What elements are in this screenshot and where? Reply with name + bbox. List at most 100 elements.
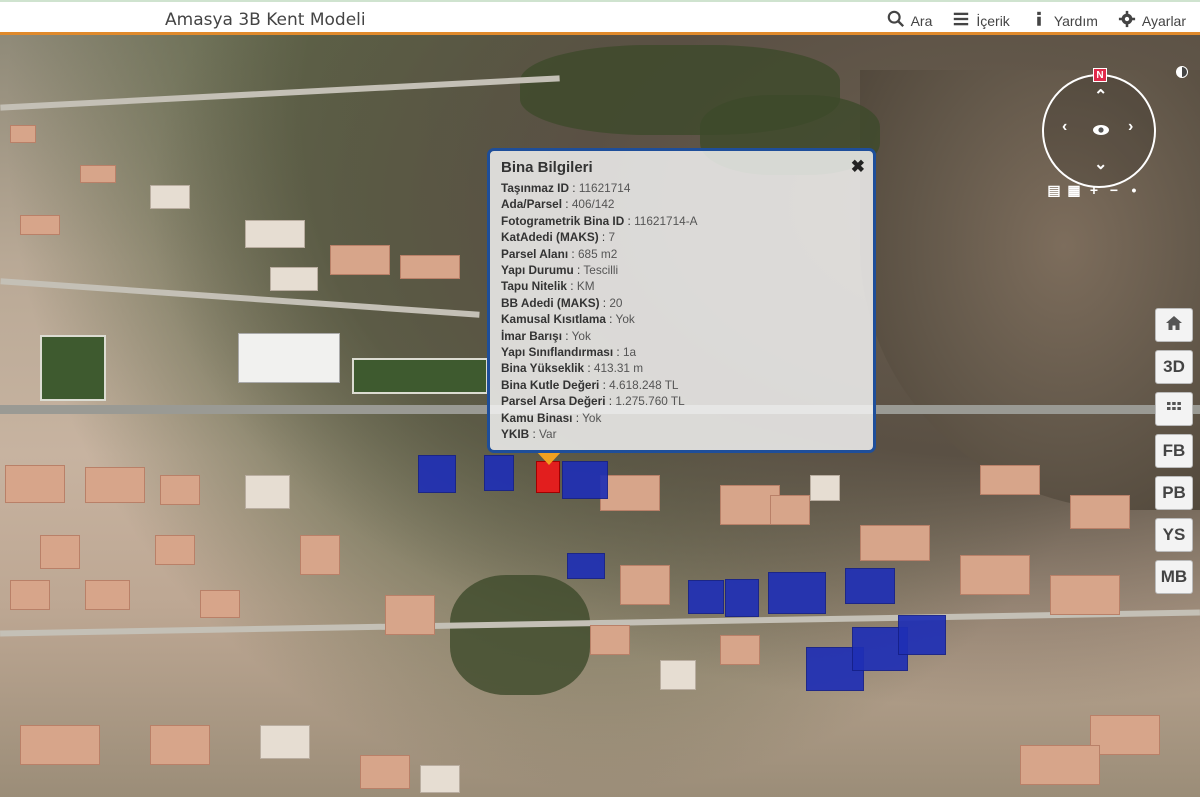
info-row: Tapu Nitelik : KM [501, 279, 595, 294]
info-row: İmar Barışı : Yok [501, 328, 591, 343]
pb-button[interactable]: PB [1155, 476, 1193, 510]
content-button[interactable]: İçerik [952, 10, 1010, 31]
info-row: Yapı Sınıflandırması : 1a [501, 345, 637, 360]
info-value: Var [539, 427, 557, 442]
building [330, 245, 390, 275]
tilt-icon[interactable]: ▤ [1046, 182, 1062, 198]
help-button[interactable]: Yardım [1030, 10, 1098, 31]
highlighted-building[interactable] [768, 572, 826, 614]
info-value: 413.31 m [593, 361, 644, 376]
road [0, 278, 480, 318]
grid-button[interactable] [1155, 392, 1193, 426]
info-key: Yapı Durumu [501, 263, 574, 278]
highlighted-building[interactable] [418, 455, 456, 493]
eye-icon[interactable] [1091, 120, 1111, 140]
info-key: KatAdedi (MAKS) [501, 230, 599, 245]
settings-button[interactable]: Ayarlar [1118, 10, 1186, 31]
pan-left-icon[interactable]: ‹ [1062, 118, 1067, 136]
list-icon [952, 10, 970, 31]
highlighted-building[interactable] [562, 461, 608, 499]
fb-button[interactable]: FB [1155, 434, 1193, 468]
north-indicator[interactable]: N [1093, 68, 1107, 82]
help-label: Yardım [1053, 12, 1098, 29]
info-value: 1.275.760 TL [615, 394, 685, 409]
info-row: Bina Yükseklik : 413.31 m [501, 361, 644, 376]
contrast-icon[interactable] [1176, 66, 1188, 78]
pan-right-icon[interactable]: › [1128, 118, 1133, 136]
ys-button[interactable]: YS [1155, 518, 1193, 552]
info-value: 11621714 [578, 181, 631, 195]
grid-icon[interactable]: ▦ [1066, 182, 1082, 198]
building [860, 525, 930, 561]
info-row: Parsel Arsa Değeri : 1.275.760 TL [501, 394, 685, 409]
3d-button[interactable]: 3D [1155, 350, 1193, 384]
zoom-in-icon[interactable]: + [1086, 182, 1102, 198]
info-value: 20 [609, 295, 623, 310]
info-key: Kamusal Kısıtlama [501, 312, 606, 327]
info-key: Bina Yükseklik [501, 361, 585, 376]
person-icon[interactable]: • [1126, 182, 1142, 198]
info-key: Ada/Parsel [501, 197, 562, 212]
info-row: KatAdedi (MAKS) : 7 [501, 230, 616, 245]
mb-button[interactable]: MB [1155, 560, 1193, 594]
building [590, 625, 630, 655]
building [420, 765, 460, 793]
building [85, 580, 130, 610]
building [720, 635, 760, 665]
zoom-out-icon[interactable]: − [1106, 182, 1122, 198]
info-row: Kamu Binası : Yok [501, 410, 602, 425]
highlighted-building[interactable] [567, 553, 605, 579]
sports-field [40, 335, 106, 401]
gear-icon [1118, 10, 1136, 31]
search-button[interactable]: Ara [887, 10, 933, 31]
app-title: Amasya 3B Kent Modeli [165, 10, 366, 30]
info-value: 406/142 [571, 197, 615, 212]
highlighted-building[interactable] [688, 580, 724, 614]
info-icon [1030, 10, 1048, 31]
info-value: Tescilli [583, 263, 619, 278]
info-row: Yapı Durumu : Tescilli [501, 263, 619, 278]
info-row: Ada/Parsel : 406/142 [501, 197, 615, 212]
building [770, 495, 810, 525]
info-row: Parsel Alanı : 685 m2 [501, 246, 618, 261]
park-area [450, 575, 590, 695]
building [80, 165, 116, 183]
highlighted-building[interactable] [484, 455, 514, 491]
building [660, 660, 696, 690]
info-row: Kamusal Kısıtlama : Yok [501, 312, 635, 327]
building [150, 185, 190, 209]
building [600, 475, 660, 511]
highlighted-building[interactable] [898, 615, 946, 655]
selected-building[interactable] [536, 461, 560, 493]
info-value: 7 [608, 230, 616, 245]
sports-field [352, 358, 488, 394]
popup-title: Bina Bilgileri [501, 159, 593, 176]
building [260, 725, 310, 759]
info-key: Fotogrametrik Bina ID [501, 213, 625, 228]
building [270, 267, 318, 291]
search-label: Ara [910, 12, 933, 29]
home-button[interactable] [1155, 308, 1193, 342]
building [85, 467, 145, 503]
info-key: İmar Barışı [501, 328, 562, 343]
info-key: Parsel Alanı [501, 246, 569, 261]
close-icon[interactable]: ✖ [851, 157, 865, 177]
pan-down-icon[interactable]: ⌄ [1094, 154, 1107, 174]
sports-hall [238, 333, 340, 383]
highlighted-building[interactable] [845, 568, 895, 604]
info-key: Taşınmaz ID [501, 181, 569, 195]
side-toolbar: 3D FB PB YS MB [1155, 308, 1193, 594]
popup-info-list: Taşınmaz ID : 11621714 Ada/Parsel : 406/… [501, 180, 862, 443]
road [0, 75, 560, 111]
building [155, 535, 195, 565]
highlighted-building[interactable] [725, 579, 759, 617]
building [10, 125, 36, 143]
navigation-compass[interactable]: N ⌃ ⌄ ‹ › [1042, 68, 1156, 188]
settings-label: Ayarlar [1141, 12, 1186, 29]
building [245, 220, 305, 248]
map-mini-tools: ▤ ▦ + − • [1046, 182, 1142, 198]
pan-up-icon[interactable]: ⌃ [1094, 86, 1107, 106]
info-row: BB Adedi (MAKS) : 20 [501, 295, 623, 310]
info-value: 685 m2 [577, 246, 618, 261]
info-value: 4.618.248 TL [609, 377, 679, 392]
